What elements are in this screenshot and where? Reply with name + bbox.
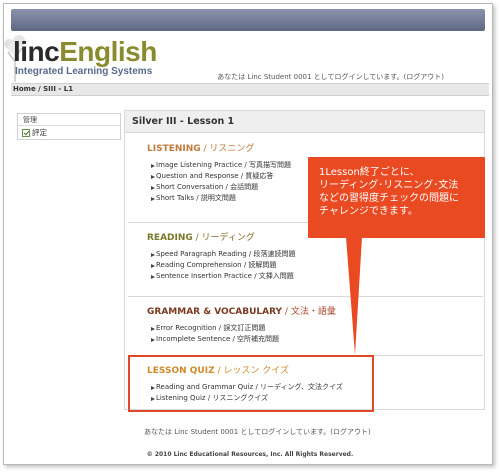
sidebar-item-label: 評定 [32, 128, 47, 137]
logo-subtitle: Integrated Learning Systems [15, 66, 153, 77]
list-item[interactable]: Speed Paragraph Reading / 段落速読問題 [128, 249, 483, 260]
callout-line: などの習得度チェックの問題に [319, 193, 459, 204]
list-item[interactable]: Incomplete Sentence / 空所補充問題 [128, 334, 483, 345]
section-title-ja: / リーディング [192, 233, 255, 243]
sidebar-heading: 管理 [18, 114, 120, 126]
callout-line: リーディング･リスニング･文法 [319, 180, 459, 191]
item-label: Sentence Insertion Practice / 文挿入問題 [156, 272, 294, 280]
sidebar-item-grades[interactable]: 評定 [18, 126, 120, 139]
quiz-highlight-box [128, 355, 374, 412]
checkbox-icon [22, 128, 30, 137]
item-label: Question and Response / 質疑応答 [156, 172, 274, 180]
logo-english-text: English [59, 36, 157, 67]
section-grammar-vocabulary: GRAMMAR & VOCABULARY / 文法・語彙 Error Recog… [128, 296, 483, 354]
item-label: Short Talks / 説明文問題 [156, 194, 236, 202]
callout-pointer-icon [346, 237, 362, 355]
item-label: Short Conversation / 会話問題 [156, 183, 259, 191]
callout-line: 1Lesson終了ごとに、 [319, 167, 420, 178]
item-label: Incomplete Sentence / 空所補充問題 [156, 335, 280, 343]
page-title: Silver III - Lesson 1 [125, 111, 484, 133]
item-label: Error Recognition / 誤文訂正問題 [156, 324, 266, 332]
section-title-en: LISTENING [147, 144, 201, 154]
list-item[interactable]: Reading Comprehension / 読解問題 [128, 260, 483, 271]
login-status-top[interactable]: あなたは Linc Student 0001 としてログインしています。(ログア… [217, 72, 444, 82]
list-item[interactable]: Sentence Insertion Practice / 文挿入問題 [128, 271, 483, 282]
section-title[interactable]: LISTENING / リスニング [128, 143, 483, 155]
item-label: Reading Comprehension / 読解問題 [156, 261, 277, 269]
top-bar [11, 9, 485, 31]
section-title-en: GRAMMAR & VOCABULARY [147, 307, 283, 317]
list-item[interactable]: Error Recognition / 誤文訂正問題 [128, 323, 483, 334]
section-title[interactable]: GRAMMAR & VOCABULARY / 文法・語彙 [128, 306, 483, 318]
logo-linc-text: linc [13, 36, 60, 67]
section-title-ja: / 文法・語彙 [282, 307, 336, 317]
copyright: © 2010 Linc Educational Resources, Inc. … [146, 451, 354, 458]
callout-line: チャレンジできます。 [319, 206, 418, 217]
item-label: Speed Paragraph Reading / 段落速読問題 [156, 250, 296, 258]
item-label: Image Listening Practice / 写真描写問題 [156, 161, 291, 169]
login-status-bottom[interactable]: あなたは Linc Student 0001 としてログインしています。(ログア… [144, 427, 371, 437]
site-header: lincEnglish Integrated Learning Systems … [4, 32, 492, 82]
section-title-ja: / リスニング [200, 144, 255, 154]
callout-annotation: 1Lesson終了ごとに、 リーディング･リスニング･文法 などの習得度チェック… [308, 157, 485, 238]
linc-english-logo[interactable]: lincEnglish Integrated Learning Systems [13, 36, 157, 78]
section-title-en: READING [147, 233, 193, 243]
breadcrumb[interactable]: Home / SIII - L1 [11, 83, 489, 96]
admin-sidebar: 管理 評定 [17, 113, 121, 140]
